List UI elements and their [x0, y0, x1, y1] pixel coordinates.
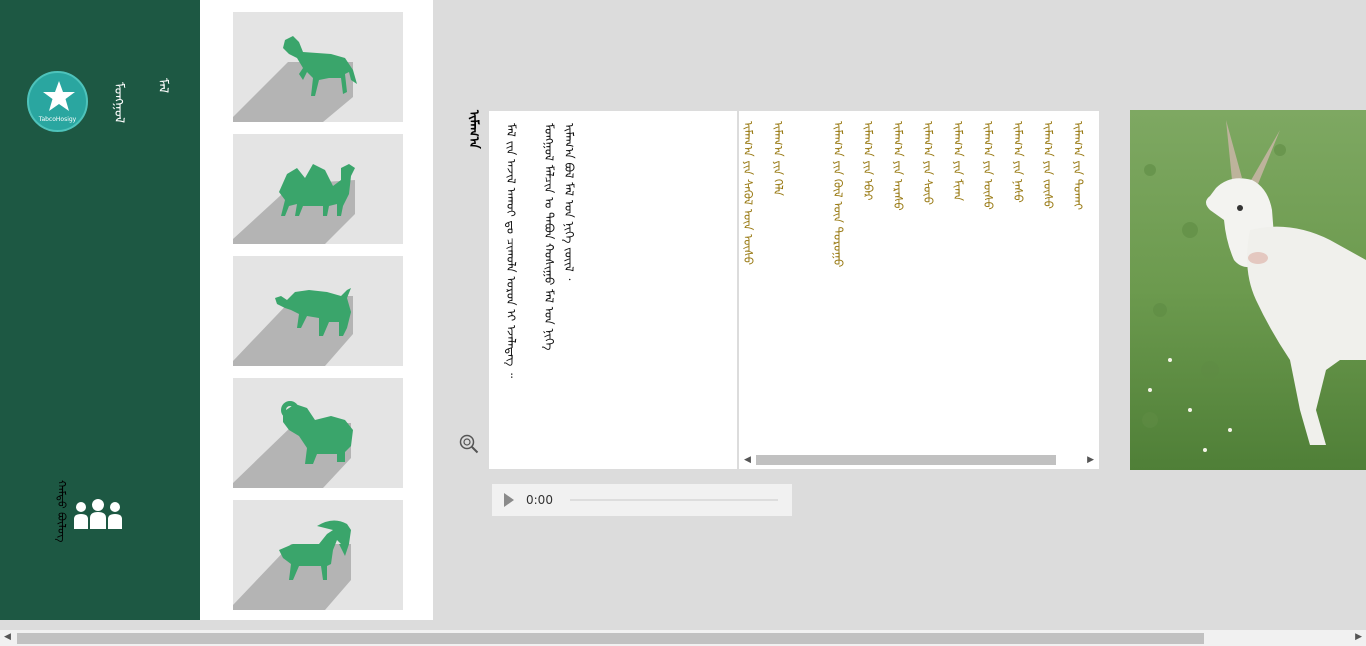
list-item[interactable]: ᠢᠮᠠᠭ᠎ᠠ ᠶᠢᠨ ᠠᠷᠠᠰᠤ [891, 121, 905, 211]
list-item[interactable]: ᠢᠮᠠᠭ᠎ᠠ ᠶᠢᠨ ᠬᠡᠯᠡ [771, 121, 785, 196]
list-item[interactable]: ᠢᠮᠠᠭ᠎ᠠ ᠶᠢᠨ ᠬᠥᠯ ᠦᠨ ᠲᠤᠷᠤᠭᠤ [831, 121, 845, 267]
audio-player: 0:00 [492, 484, 792, 516]
page-scrollbar-thumb[interactable] [17, 633, 1204, 644]
list-item[interactable]: ᠢᠮᠠᠭ᠎ᠠ ᠶᠢᠨ ᠮᠢᠬᠠ [951, 121, 965, 201]
feature-list: ᠢᠮᠠᠭ᠎ᠠ ᠶᠢᠨ ᠲᠣᠬᠠᠢ ᠢᠮᠠᠭ᠎ᠠ ᠶᠢᠨ ᠵᠦᠰᠦ ᠢᠮᠠᠭ᠎ᠠ … [739, 111, 1099, 469]
list-item[interactable]: ᠢᠮᠠᠭ᠎ᠠ ᠶᠢᠨ ᠦᠰᠦ [981, 121, 995, 210]
logo[interactable]: TabcoHosigy [27, 71, 88, 132]
star-icon [43, 81, 75, 111]
goat-icon [233, 520, 351, 610]
list-item[interactable]: ᠢᠮᠠᠭ᠎ᠠ ᠶᠢᠨ ᠨᠠᠰᠤ [1011, 121, 1025, 203]
scroll-right-arrow[interactable]: ▶ [1087, 455, 1094, 465]
bull-icon [233, 288, 353, 366]
thumb-goat[interactable] [233, 500, 403, 610]
goat-photo [1130, 110, 1366, 470]
scrollbar-thumb[interactable] [756, 455, 1056, 465]
sidebar: TabcoHosigy ᠮᠣᠩᠭᠣᠯ ᠮᠠᠯ ᠬᠠᠮᠲᠤ ᠪᠦᠯᠦᠭ [0, 0, 200, 620]
play-button[interactable] [504, 493, 514, 507]
animal-list [200, 0, 433, 620]
ram-icon [233, 401, 353, 488]
thumb-horse[interactable] [233, 12, 403, 122]
page-scroll-right[interactable]: ▶ [1355, 632, 1362, 642]
logo-text: TabcoHosigy [38, 116, 77, 123]
thumb-sheep[interactable] [233, 378, 403, 488]
audio-time: 0:00 [526, 493, 553, 507]
group-label: ᠬᠠᠮᠲᠤ ᠪᠦᠯᠦᠭ [55, 480, 68, 543]
horse-icon [233, 36, 357, 122]
list-item[interactable]: ᠢᠮᠠᠭ᠎ᠠ ᠶᠢᠨ ᠰᠦᠦ [921, 121, 935, 205]
page-scrollbar[interactable]: ◀ ▶ [0, 630, 1366, 646]
page-scroll-left[interactable]: ◀ [4, 632, 11, 642]
description-line-2: ᠮᠣᠩᠭᠣᠯ ᠮᠠᠯᠴᠢᠨ ᠤ ᠲᠠᠪᠤᠨ ᠬᠣᠰᠢᠭᠤ ᠮᠠᠯ ᠤᠨ ᠨᠢᠭᠡ [542, 123, 556, 351]
camel-icon [233, 164, 355, 244]
users-icon[interactable] [72, 498, 124, 530]
thumb-cattle[interactable] [233, 256, 403, 366]
list-scrollbar[interactable]: ◀ ▶ [739, 452, 1099, 468]
content-title: ᠢᠮᠠᠭ᠎ᠠ [466, 110, 481, 149]
description-line-3: ᠮᠠᠯ ᠵᠢᠨ ᠠᠵᠢᠯ ᠠᠬᠤᠢ ᠳᠤ ᠴᠢᠬᠤᠯᠠ ᠤᠷᠤᠨ ᠢ ᠡᠵᠡᠯᠡ… [504, 123, 518, 379]
list-item[interactable]: ᠢᠮᠠᠭ᠎ᠠ ᠶᠢᠨ ᠵᠦᠰᠦ [1041, 121, 1055, 209]
audio-progress[interactable] [569, 499, 778, 501]
app-subtitle: ᠮᠠᠯ [155, 78, 170, 94]
zoom-in-icon[interactable] [459, 434, 479, 454]
list-item[interactable]: ᠢᠮᠠᠭ᠎ᠠ ᠶᠢᠨ ᠲᠣᠬᠠᠢ [1071, 121, 1085, 210]
animal-photo [1130, 110, 1366, 470]
description-line-1: ᠢᠮᠠᠭ᠎ᠠ ᠪᠣᠯ ᠮᠠᠯ ᠤᠨ ᠨᠢᠭᠡ ᠵᠦᠢᠯ ᠂ [562, 123, 576, 281]
scroll-left-arrow[interactable]: ◀ [744, 455, 751, 465]
list-item[interactable]: ᠢᠮᠠᠭ᠎ᠠ ᠶᠢᠨ ᠰᠡᠭᠦᠯ ᠦᠨ ᠦᠰᠦ [741, 121, 755, 265]
description-panel: ᠢᠮᠠᠭ᠎ᠠ ᠪᠣᠯ ᠮᠠᠯ ᠤᠨ ᠨᠢᠭᠡ ᠵᠦᠢᠯ ᠂ ᠮᠣᠩᠭᠣᠯ ᠮᠠᠯ… [489, 111, 737, 469]
app-title: ᠮᠣᠩᠭᠣᠯ [111, 82, 126, 124]
thumb-camel[interactable] [233, 134, 403, 244]
list-item[interactable]: ᠢᠮᠠᠭ᠎ᠠ ᠶᠢᠨ ᠡᠪᠡᠷ [861, 121, 875, 201]
